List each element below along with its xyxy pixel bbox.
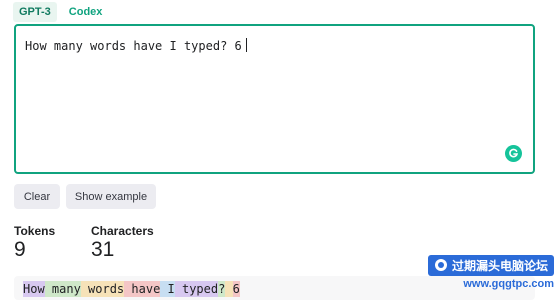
model-tabs: GPT-3 Codex <box>13 2 108 22</box>
tab-codex[interactable]: Codex <box>63 2 109 22</box>
editor-text[interactable]: How many words have I typed? 6 <box>25 38 247 53</box>
token-chip: I <box>160 281 175 297</box>
text-caret <box>245 38 247 52</box>
token-chip: words <box>80 281 125 297</box>
token-chip: 6 <box>232 281 240 297</box>
tokens-count: 9 <box>14 238 26 261</box>
token-chip: How <box>23 281 45 297</box>
token-chip <box>225 281 233 297</box>
watermark-logo-icon <box>434 259 447 271</box>
text-input-area[interactable]: How many words have I typed? 6 <box>14 24 535 174</box>
tab-gpt3[interactable]: GPT-3 <box>13 2 57 22</box>
token-chip: many <box>44 281 81 297</box>
watermark-badge: 过期漏头电脑论坛 <box>427 254 554 276</box>
characters-label: Characters <box>91 224 154 238</box>
token-chip: have <box>124 281 161 297</box>
site-watermark: 过期漏头电脑论坛 www.gqgtpc.com <box>413 244 554 300</box>
clear-button[interactable]: Clear <box>14 184 60 209</box>
watermark-url: www.gqgtpc.com <box>463 277 554 290</box>
grammarly-icon[interactable] <box>505 145 522 162</box>
show-example-button[interactable]: Show example <box>66 184 156 209</box>
editor-content: How many words have I typed? 6 <box>25 39 242 53</box>
characters-count: 31 <box>91 238 115 261</box>
tokens-label: Tokens <box>14 224 56 238</box>
token-chip: typed <box>174 281 219 297</box>
watermark-text: 过期漏头电脑论坛 <box>451 258 548 273</box>
token-list: How many words have I typed? 6 <box>23 281 240 297</box>
